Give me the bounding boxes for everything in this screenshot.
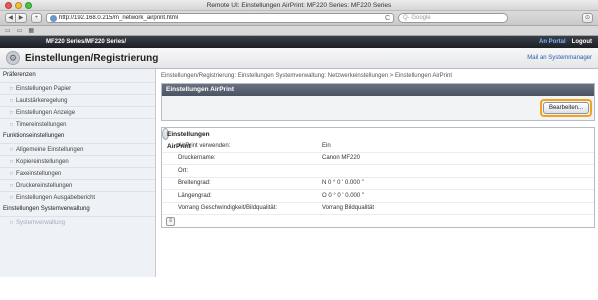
window-title: Remote UI: Einstellungen AirPrint: MF220… xyxy=(206,2,392,9)
setting-row: Druckername: Canon MF220 xyxy=(162,153,594,165)
setting-row: Ort: xyxy=(162,165,594,178)
setting-label: Längengrad: xyxy=(178,192,212,199)
header-links: An Portal Logout xyxy=(539,39,592,45)
settings-gear-icon: ⚙ xyxy=(6,51,20,65)
settings-panel-title: Einstellungen AirPrint xyxy=(162,128,210,150)
sidebar-item-output-report-settings[interactable]: □ Einstellungen Ausgabebericht xyxy=(0,191,155,203)
bullet-icon: □ xyxy=(10,182,14,189)
bullet-icon: □ xyxy=(10,85,14,92)
logout-link[interactable]: Logout xyxy=(572,39,592,45)
bullet-icon: □ xyxy=(10,219,14,226)
setting-label: Druckername: xyxy=(178,155,216,162)
content-area: Präferenzen □ Einstellungen Papier □ Lauts… xyxy=(0,69,598,277)
site-globe-icon xyxy=(50,14,57,22)
page-title: Einstellungen/Registrierung xyxy=(25,52,159,64)
bullet-icon: □ xyxy=(10,170,14,177)
panel-body: Bearbeiten... xyxy=(162,96,594,120)
page-header: ⚙ Einstellungen/Registrierung Mail an Sy… xyxy=(0,48,598,69)
sidebar-item-system-management[interactable]: □ Systemverwaltung xyxy=(0,216,155,228)
url-text[interactable]: http://192.168.0.215/m_network_airprint.… xyxy=(59,15,383,21)
setting-value: Canon MF220 xyxy=(322,155,361,162)
window-titlebar: Remote UI: Einstellungen AirPrint: MF220… xyxy=(0,0,598,11)
setting-value: O 0 ° 0 ' 0.000 " xyxy=(322,192,365,199)
airprint-settings-panel: Einstellungen AirPrint AirPrint verwende… xyxy=(161,127,595,228)
reader-icon[interactable]: ⊙ xyxy=(581,13,593,23)
search-field[interactable]: Q- Google xyxy=(398,13,508,23)
sidebar-item-timer-settings[interactable]: □ Timereinstellungen xyxy=(0,118,155,130)
edit-button[interactable]: Bearbeiten... xyxy=(542,102,589,114)
setting-value: Ein xyxy=(322,142,331,149)
forward-button[interactable]: ▶ xyxy=(16,13,27,23)
edit-button-highlight: Bearbeiten... xyxy=(539,99,592,117)
setting-label: Ort: xyxy=(178,167,188,174)
sidebar-item-label: Systemverwaltung xyxy=(16,219,66,226)
airprint-edit-panel: Einstellungen AirPrint Bearbeiten... xyxy=(161,83,595,121)
browser-toolbar: ◀ ▶ + http://192.168.0.215/m_network_air… xyxy=(0,11,598,26)
show-all-bookmarks-icon[interactable]: ▭ xyxy=(5,27,11,34)
sidebar-item-display-settings[interactable]: □ Einstellungen Anzeige xyxy=(0,106,155,118)
app-header-bar: MF220 Series/MF220 Series/ An Portal Log… xyxy=(0,36,598,48)
back-button[interactable]: ◀ xyxy=(5,13,16,23)
bookmarks-bar: ▭ ▭ ▦ xyxy=(0,26,598,36)
sidebar-heading-function-settings: Funktionseinstellungen xyxy=(3,133,65,139)
setting-value: N 0 ° 0 ' 0.000 " xyxy=(322,180,364,187)
sidebar-heading-system-management: Einstellungen Systemverwaltung xyxy=(3,206,90,212)
sidebar-item-label: Lautstärkeregelung xyxy=(16,97,68,104)
sidebar-item-general-settings[interactable]: □ Allgemeine Einstellungen xyxy=(0,143,155,155)
bullet-icon: □ xyxy=(10,146,14,153)
main-panel: Einstellungen/Registrierung: Einstellung… xyxy=(156,69,598,277)
setting-row: Breitengrad: N 0 ° 0 ' 0.000 " xyxy=(162,178,594,190)
sidebar-item-printer-settings[interactable]: □ Druckereinstellungen xyxy=(0,179,155,191)
mail-admin-link[interactable]: Mail an Systemmanager xyxy=(527,55,592,61)
sidebar-item-label: Kopiereinstellungen xyxy=(16,158,69,165)
setting-label: AirPrint verwenden: xyxy=(178,142,231,149)
sidebar-item-label: Einstellungen Anzeige xyxy=(16,109,76,116)
device-name: MF220 Series/MF220 Series/ xyxy=(46,39,127,45)
reload-icon[interactable]: C xyxy=(385,15,390,22)
sidebar-item-paper-settings[interactable]: □ Einstellungen Papier xyxy=(0,82,155,94)
setting-row: Längengrad: O 0 ° 0 ' 0.000 " xyxy=(162,190,594,203)
bullet-icon: □ xyxy=(10,158,14,165)
bullet-icon: □ xyxy=(10,121,14,128)
page-top-icon[interactable]: ≡ xyxy=(166,216,175,226)
reading-list-icon[interactable]: ▭ xyxy=(17,27,23,34)
top-sites-icon[interactable]: ▦ xyxy=(28,27,34,34)
nav-buttons: ◀ ▶ xyxy=(5,13,27,23)
sidebar-item-label: Einstellungen Papier xyxy=(16,85,72,92)
setting-row: Vorrang Geschwindigkeit/Bildqualität: Vor… xyxy=(162,203,594,215)
panel-title: Einstellungen AirPrint xyxy=(162,84,594,96)
sidebar-item-label: Timereinstellungen xyxy=(16,121,67,128)
bullet-icon: □ xyxy=(10,97,14,104)
address-bar[interactable]: http://192.168.0.215/m_network_airprint.… xyxy=(46,13,394,23)
panel-footer: ≡ xyxy=(162,215,594,227)
add-bookmark-button[interactable]: + xyxy=(31,13,42,23)
sidebar-item-label: Faxeinstellungen xyxy=(16,170,62,177)
breadcrumb: Einstellungen/Registrierung: Einstellung… xyxy=(161,73,452,79)
sidebar-item-label: Druckereinstellungen xyxy=(16,182,73,189)
sidebar-item-label: Einstellungen Ausgabebericht xyxy=(16,194,96,201)
search-placeholder: Q- Google xyxy=(403,15,431,21)
setting-row: AirPrint verwenden: Ein xyxy=(162,140,594,153)
bullet-icon: □ xyxy=(10,194,14,201)
sidebar-item-label: Allgemeine Einstellungen xyxy=(16,146,84,153)
sidebar-item-copy-settings[interactable]: □ Kopiereinstellungen xyxy=(0,155,155,167)
setting-label: Breitengrad: xyxy=(178,180,211,187)
bullet-icon: □ xyxy=(10,109,14,116)
sidebar: Präferenzen □ Einstellungen Papier □ Lauts… xyxy=(0,69,156,277)
setting-value: Vorrang Bildqualität xyxy=(322,205,375,212)
portal-link[interactable]: An Portal xyxy=(539,39,566,45)
setting-label: Vorrang Geschwindigkeit/Bildqualität: xyxy=(178,205,278,212)
sidebar-item-fax-settings[interactable]: □ Faxeinstellungen xyxy=(0,167,155,179)
sidebar-item-volume[interactable]: □ Lautstärkeregelung xyxy=(0,94,155,106)
sidebar-heading-preferences: Präferenzen xyxy=(3,72,36,78)
